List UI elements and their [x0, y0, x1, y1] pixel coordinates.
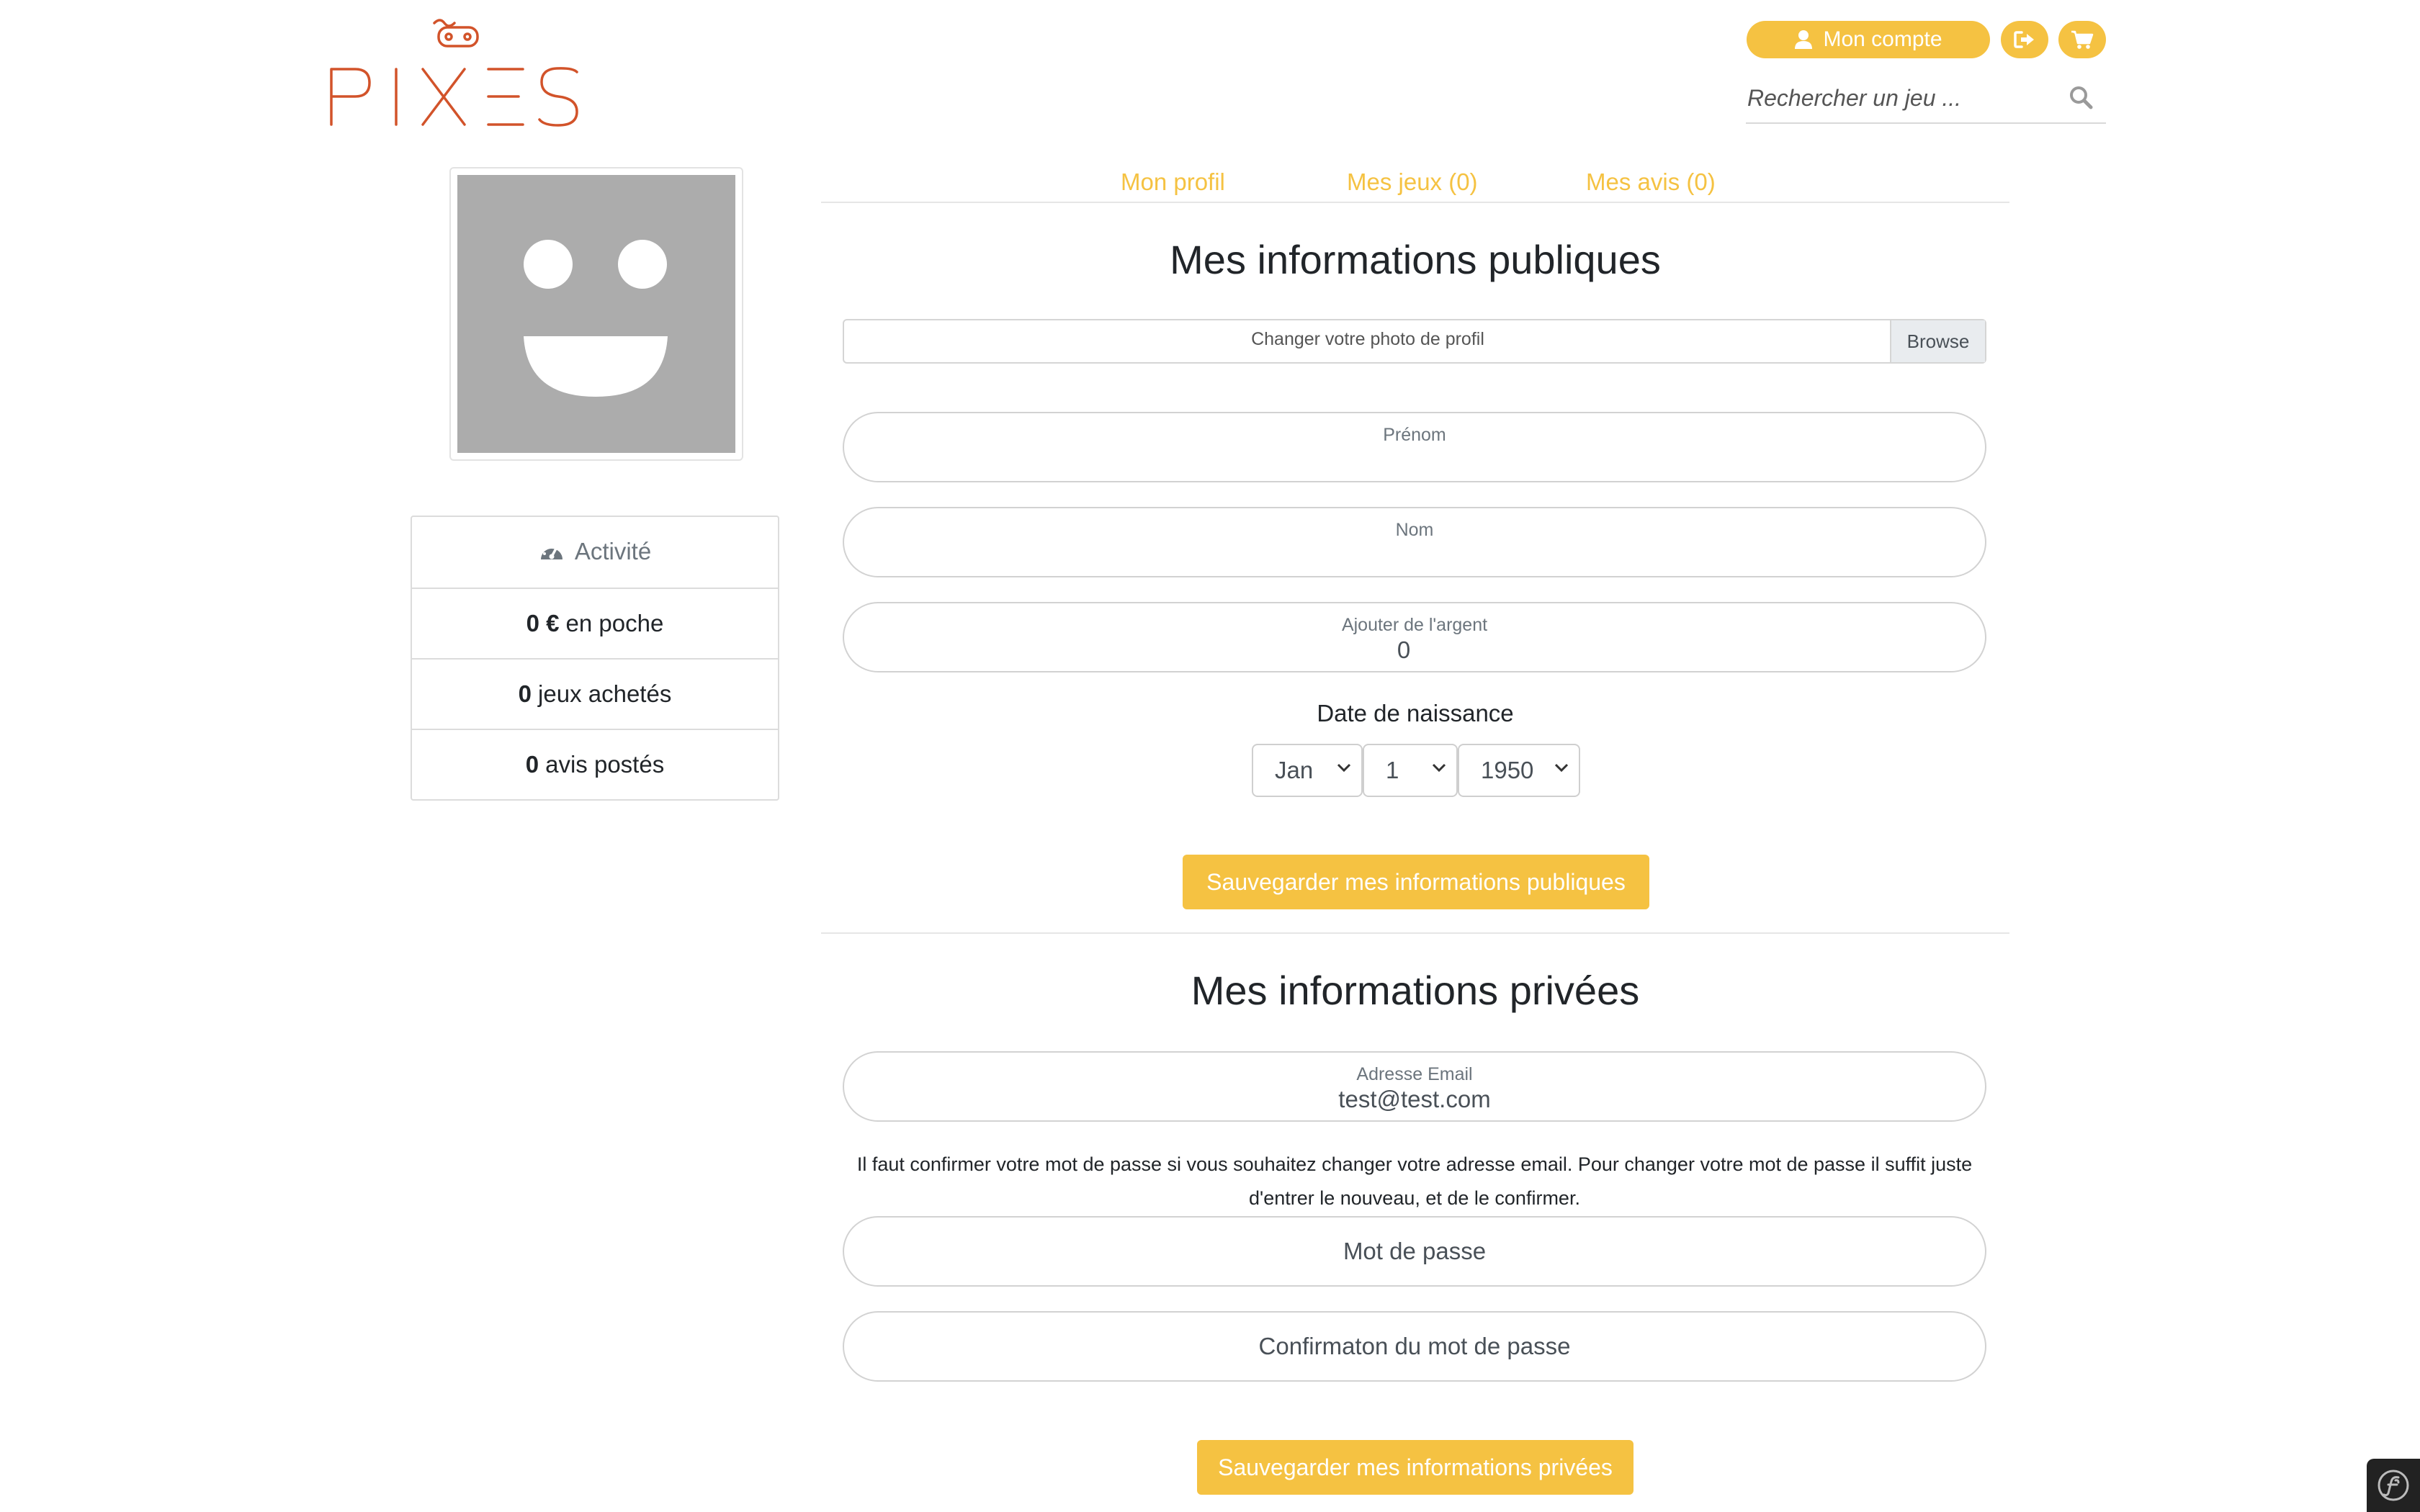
last-name-field[interactable]: Nom: [843, 507, 1986, 577]
tab-my-games[interactable]: Mes jeux (0): [1347, 168, 1478, 196]
first-name-label: Prénom: [1383, 425, 1446, 445]
add-money-field[interactable]: Ajouter de l'argent 0: [843, 602, 1986, 672]
gamepad-logo-icon: [330, 19, 578, 127]
sign-out-icon: [2014, 31, 2034, 48]
browse-button[interactable]: Browse: [1890, 320, 1985, 362]
birth-date-label: Date de naissance: [1317, 700, 1514, 726]
save-public-info-button[interactable]: Sauvegarder mes informations publiques: [1183, 855, 1649, 909]
account-button-label: Mon compte: [1823, 27, 1942, 51]
birth-month-value: Jan: [1275, 757, 1314, 783]
activity-row-wallet: 0 € en poche: [412, 588, 778, 658]
reviews-count: 0: [525, 751, 539, 778]
chevron-down-icon: [1432, 763, 1446, 773]
profile-avatar: [449, 167, 743, 461]
tachometer-icon: [540, 544, 563, 559]
activity-title: Activité: [574, 538, 652, 564]
tabs-divider: [821, 202, 2009, 203]
user-icon: [1795, 30, 1813, 49]
activity-row-reviews: 0 avis postés: [412, 729, 778, 799]
password-note: Il faut confirmer votre mot de passe si …: [856, 1153, 1973, 1209]
symfony-icon: [2378, 1470, 2409, 1501]
profile-photo-input[interactable]: Changer votre photo de profil Browse: [843, 319, 1986, 364]
add-money-value: 0: [1397, 636, 1411, 663]
reviews-label: avis postés: [545, 751, 665, 778]
wallet-label: en poche: [565, 610, 664, 636]
chevron-down-icon: [1337, 763, 1351, 773]
add-money-label: Ajouter de l'argent: [1341, 615, 1488, 635]
tab-profile[interactable]: Mon profil: [1121, 168, 1225, 196]
activity-card: Activité 0 € en poche 0 jeux achetés 0 a…: [411, 516, 779, 801]
profile-photo-label: Changer votre photo de profil: [1251, 329, 1484, 349]
first-name-field[interactable]: Prénom: [843, 412, 1986, 482]
search-input[interactable]: Rechercher un jeu ...: [1747, 85, 1961, 112]
save-private-info-button[interactable]: Sauvegarder mes informations privées: [1197, 1440, 1634, 1495]
search-icon[interactable]: [2069, 85, 2093, 109]
birth-month-select[interactable]: Jan: [1252, 744, 1363, 797]
games-count: 0: [518, 680, 532, 707]
last-name-label: Nom: [1395, 520, 1434, 540]
birth-day-select[interactable]: 1: [1363, 744, 1458, 797]
password-confirm-field[interactable]: Confirmaton du mot de passe: [843, 1311, 1986, 1382]
smiley-avatar-icon: [524, 240, 668, 397]
tab-my-reviews[interactable]: Mes avis (0): [1586, 168, 1716, 196]
public-info-title: Mes informations publiques: [1170, 237, 1661, 282]
email-value: test@test.com: [1338, 1086, 1491, 1112]
email-field[interactable]: Adresse Email test@test.com: [843, 1051, 1986, 1122]
birth-year-value: 1950: [1481, 757, 1534, 783]
shopping-cart-icon: [2071, 30, 2094, 49]
games-label: jeux achetés: [538, 680, 672, 707]
wallet-amount: 0 €: [526, 610, 560, 636]
debug-toolbar-toggle[interactable]: [2367, 1459, 2420, 1512]
password-placeholder: Mot de passe: [1343, 1238, 1487, 1264]
birth-day-value: 1: [1386, 757, 1399, 783]
birth-year-select[interactable]: 1950: [1458, 744, 1580, 797]
site-logo[interactable]: [328, 13, 583, 130]
private-info-title: Mes informations privées: [1191, 968, 1640, 1013]
account-button[interactable]: Mon compte: [1747, 21, 1990, 58]
search-bar[interactable]: Rechercher un jeu ...: [1746, 75, 2106, 124]
email-label: Adresse Email: [1356, 1064, 1473, 1084]
password-confirm-placeholder: Confirmaton du mot de passe: [1258, 1333, 1571, 1359]
password-field[interactable]: Mot de passe: [843, 1216, 1986, 1287]
cart-button[interactable]: [2058, 21, 2106, 58]
activity-row-games: 0 jeux achetés: [412, 658, 778, 729]
logout-button[interactable]: [2001, 21, 2048, 58]
avatar-image: [457, 175, 735, 453]
chevron-down-icon: [1554, 763, 1569, 773]
section-divider: [821, 932, 2009, 934]
activity-header: Activité: [412, 517, 778, 586]
